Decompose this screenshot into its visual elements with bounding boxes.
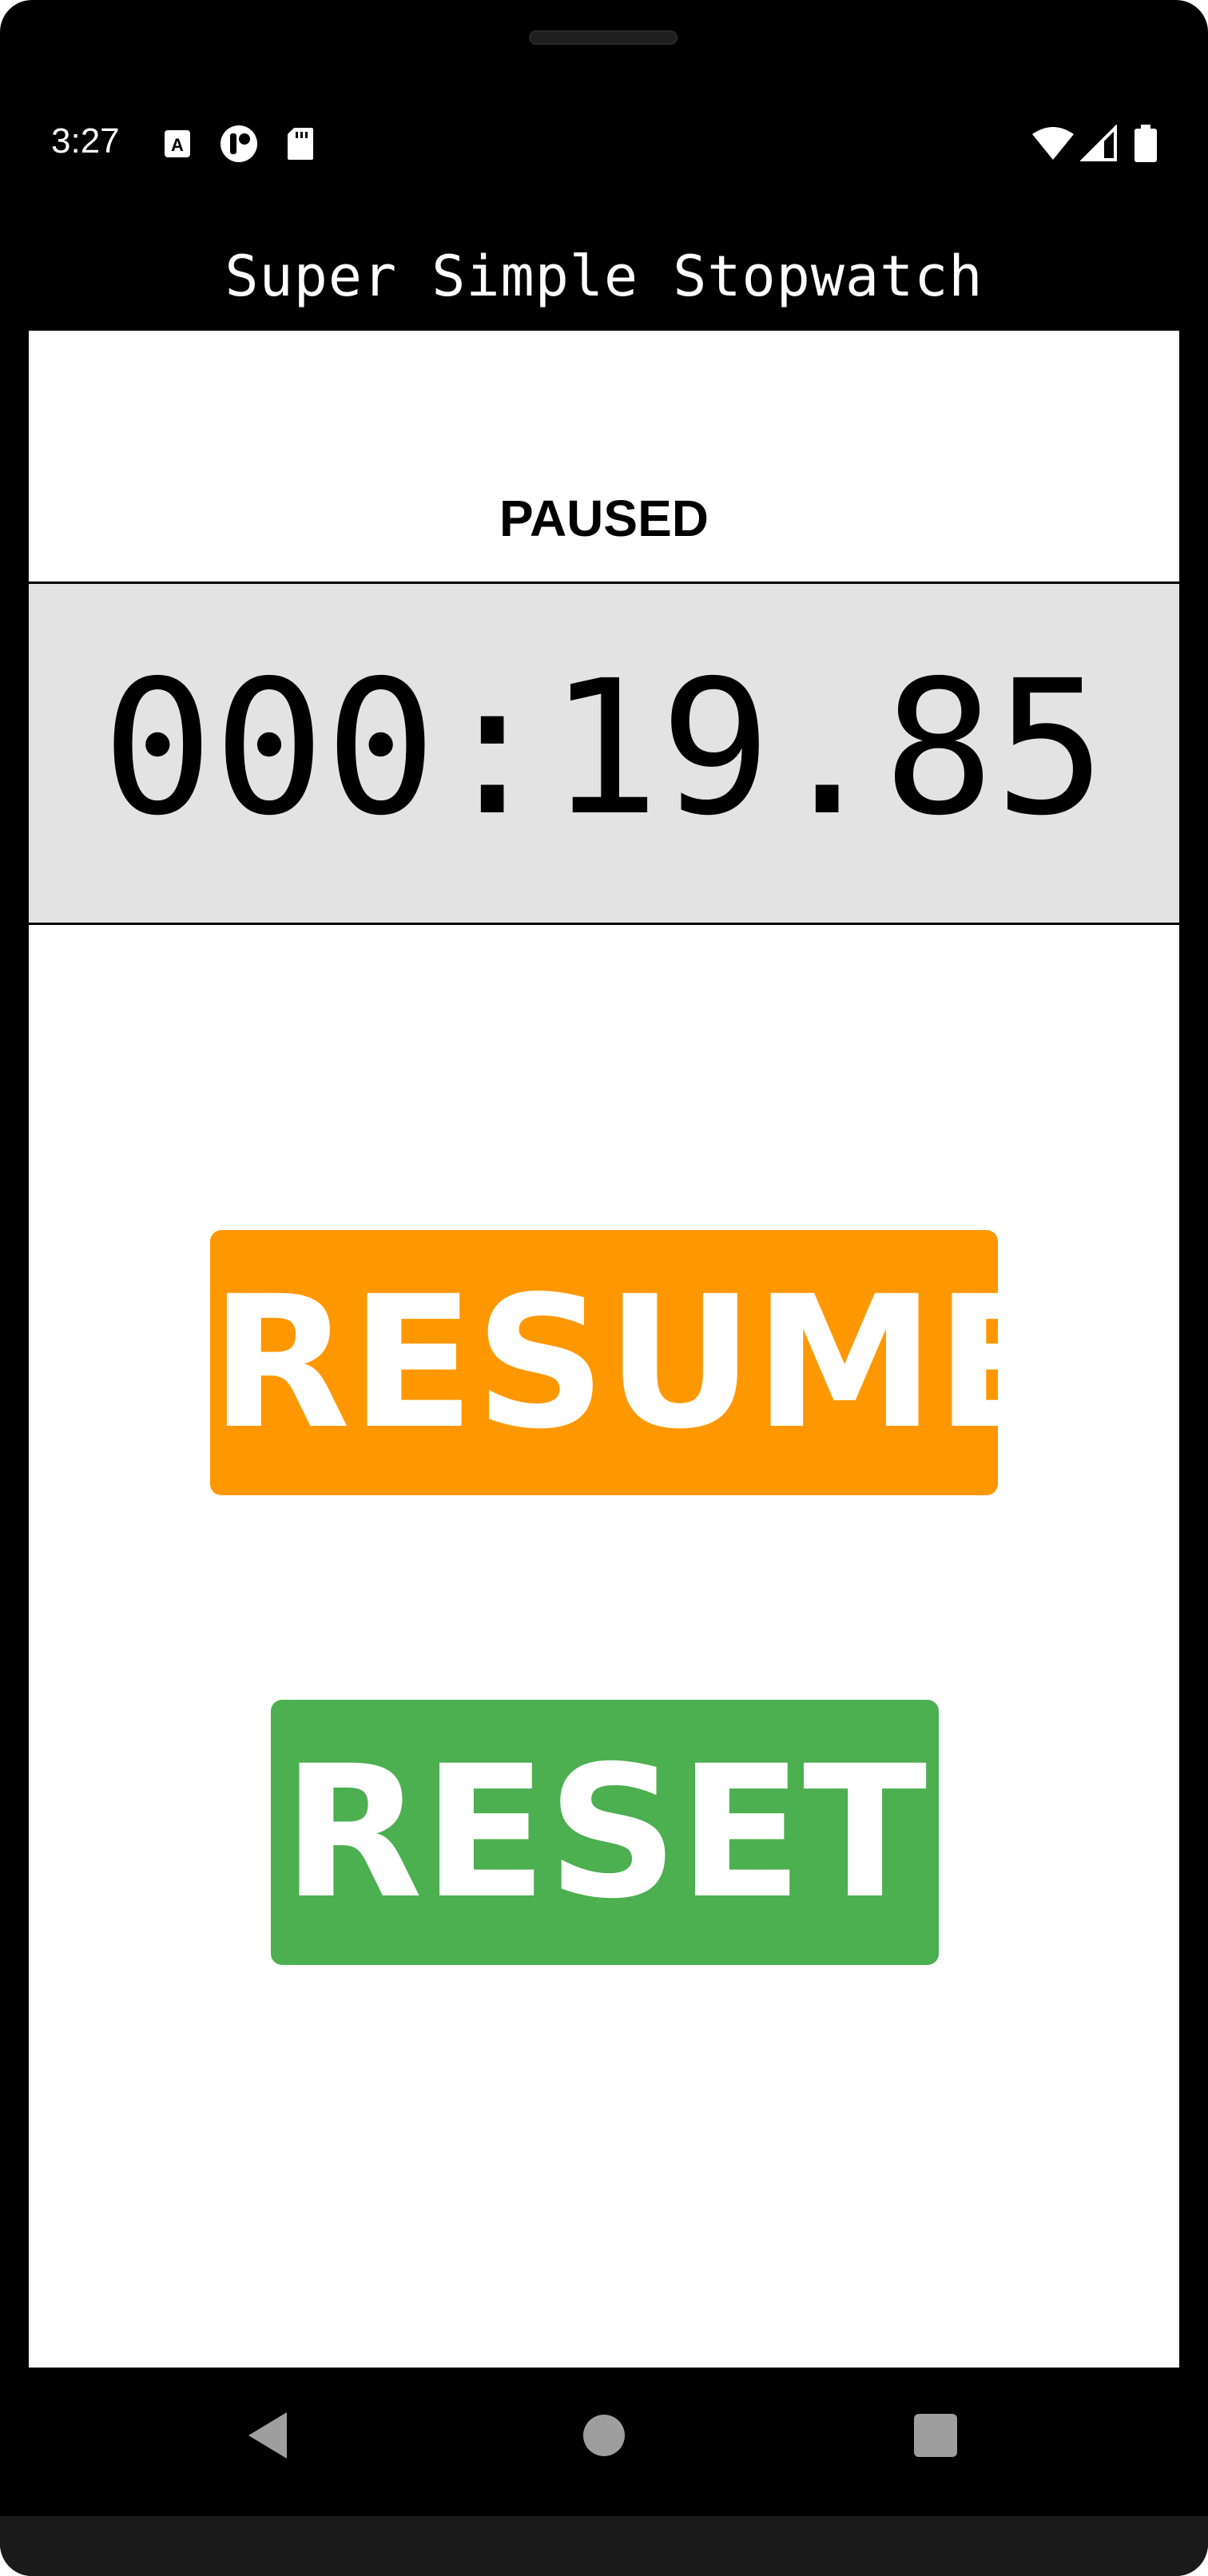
earpiece-speaker xyxy=(529,30,678,45)
stopwatch-state-label: PAUSED xyxy=(499,490,709,547)
back-icon[interactable] xyxy=(242,2407,298,2463)
battery-icon xyxy=(1134,125,1157,162)
recents-icon[interactable] xyxy=(908,2407,964,2463)
sd-card-icon xyxy=(288,128,313,160)
wifi-icon xyxy=(1032,127,1074,160)
status-time: 3:27 xyxy=(51,121,120,161)
reset-button[interactable]: RESET xyxy=(271,1700,939,1965)
translate-icon: A xyxy=(165,130,190,157)
elapsed-time-display: 000:19.85 xyxy=(101,641,1107,856)
app-title: Super Simple Stopwatch xyxy=(225,244,983,309)
app-content: PAUSED 000:19.85 RESUME RESET xyxy=(29,331,1179,2368)
navigation-bar xyxy=(0,2368,1208,2503)
home-icon[interactable] xyxy=(576,2407,632,2463)
svg-text:A: A xyxy=(171,135,184,155)
status-bar: 3:27 A xyxy=(0,104,1208,184)
resume-button[interactable]: RESUME xyxy=(210,1230,1059,1495)
time-panel: 000:19.85 xyxy=(29,581,1179,925)
device-bottom-edge xyxy=(0,2516,1208,2576)
signal-icon xyxy=(1080,125,1117,161)
phone-frame: 3:27 A Super Simple Stopwatch PAUSED 000… xyxy=(0,0,1208,2576)
accessibility-icon xyxy=(221,125,257,162)
